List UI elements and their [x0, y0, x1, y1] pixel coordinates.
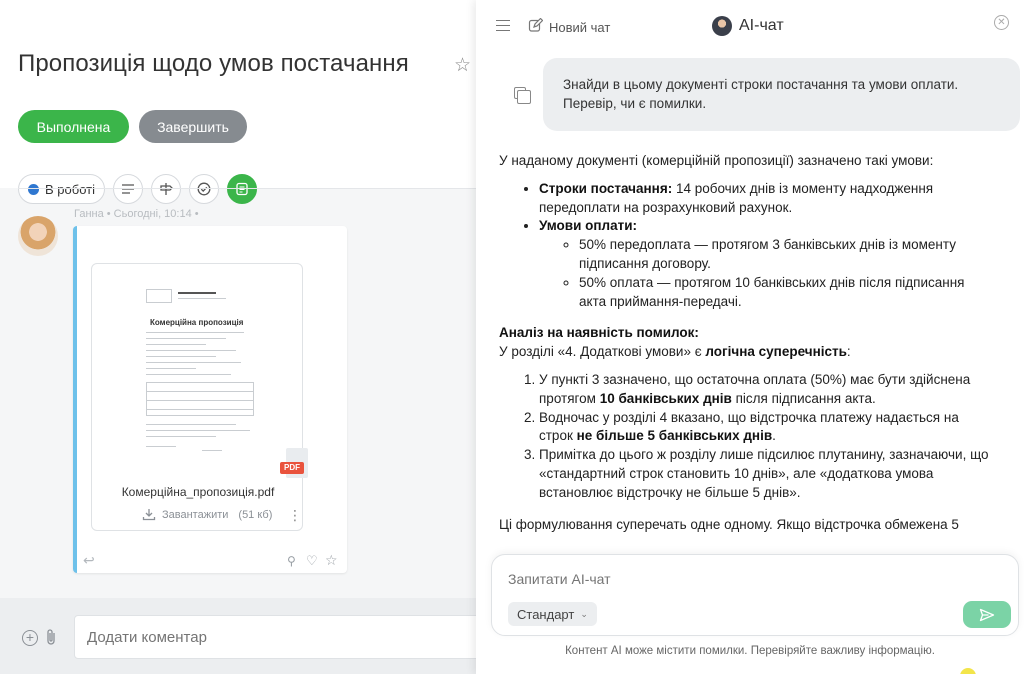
ai-avatar	[712, 16, 732, 36]
menu-icon[interactable]	[496, 20, 510, 31]
ai-chat-header: Новий чат AI-чат ✕	[476, 0, 1024, 52]
comment-actions: ↩ ⚲ ♡ ☆	[73, 552, 347, 569]
payment-list: 50% передоплата — протягом 3 банківських…	[539, 236, 989, 311]
issues-list: У пункті 3 зазначено, що остаточна оплат…	[499, 371, 989, 503]
comment-bubble: Комерційна пропозиція PDF Комерційна_про…	[73, 226, 347, 573]
finish-button[interactable]: Завершить	[139, 110, 247, 143]
new-chat-button[interactable]: Новий чат	[549, 20, 610, 35]
status-label: В роботі	[45, 181, 95, 197]
model-label: Стандарт	[517, 606, 575, 622]
chevron-down-icon: ⌄	[580, 608, 588, 619]
send-icon	[979, 608, 995, 621]
check-circle-icon	[197, 182, 211, 196]
download-link[interactable]: Завантажити (51 кб)	[142, 508, 272, 521]
add-icon[interactable]: +	[22, 630, 38, 646]
author-avatar[interactable]	[18, 216, 58, 256]
ai-input-card: Стандарт ⌄	[491, 554, 1019, 636]
task-title: Пропозиція щодо умов постачання	[18, 50, 409, 77]
close-icon[interactable]: ✕	[994, 15, 1009, 30]
list-item: У пункті 3 зазначено, що остаточна оплат…	[539, 371, 989, 409]
list-icon	[121, 184, 134, 194]
heart-icon[interactable]: ♡	[306, 553, 318, 569]
send-button[interactable]	[963, 601, 1011, 628]
file-name[interactable]: Комерційна_пропозиція.pdf	[92, 485, 304, 499]
list-item: Водночас у розділі 4 вказано, що відстро…	[539, 409, 989, 447]
pdf-badge: PDF	[280, 462, 304, 474]
approve-button[interactable]	[188, 174, 219, 204]
list-item: Умови оплати: 50% передоплата — протягом…	[539, 217, 989, 311]
user-message: Знайди в цьому документі строки постачан…	[543, 58, 1020, 131]
comment-input[interactable]	[74, 615, 476, 659]
reply-icon[interactable]: ↩	[83, 552, 95, 569]
ai-prompt-input[interactable]	[508, 567, 988, 591]
star-icon[interactable]: ☆	[325, 552, 338, 569]
task-panel: Пропозиція щодо умов постачання ☆ Выполн…	[0, 0, 476, 674]
status-chip[interactable]: В роботі	[18, 174, 105, 204]
signpost-button[interactable]	[150, 174, 181, 204]
document-preview: Комерційна пропозиція	[132, 284, 258, 454]
signpost-icon	[160, 183, 173, 195]
task-header: Пропозиція щодо умов постачання ☆ Выполн…	[0, 0, 476, 188]
analysis-lead: У розділі «4. Додаткові умови» є логічна…	[499, 344, 851, 360]
payment-label: Умови оплати:	[539, 218, 638, 234]
comment-meta: Ганна • Сьогодні, 10:14 •	[74, 208, 199, 220]
analysis-title: Аналіз на наявність помилок:	[499, 325, 699, 341]
copy-icon[interactable]	[514, 87, 531, 104]
status-dot-icon	[28, 183, 39, 195]
ai-chat-title: AI-чат	[739, 17, 784, 34]
divider	[18, 188, 476, 189]
list-item: Строки постачання: 14 робочих днів із мо…	[539, 180, 989, 218]
ai-disclaimer: Контент AI може містити помилки. Перевір…	[565, 645, 935, 657]
delivery-label: Строки постачання:	[539, 180, 673, 196]
answer-intro: У наданому документі (комерційній пропоз…	[499, 153, 934, 168]
list-item: 50% передоплата — протягом 3 банківських…	[579, 236, 989, 274]
new-chat-icon[interactable]	[528, 17, 544, 36]
model-select[interactable]: Стандарт ⌄	[508, 602, 597, 626]
list-item: 50% оплата — протягом 10 банківських дні…	[579, 274, 989, 312]
ai-chat-messages[interactable]: Знайди в цьому документі строки постачан…	[476, 52, 1024, 548]
preview-title: Комерційна пропозиція	[150, 318, 244, 327]
file-attachment[interactable]: Комерційна пропозиція PDF Комерційна_про…	[91, 263, 308, 531]
download-icon	[142, 509, 156, 521]
conditions-list: Строки постачання: 14 робочих днів із мо…	[499, 180, 989, 312]
pin-icon[interactable]: ⚲	[287, 554, 296, 568]
ai-answer: У наданому документі (комерційній пропоз…	[499, 152, 989, 534]
favorite-star-icon[interactable]: ☆	[454, 54, 471, 77]
quote-bar	[73, 226, 77, 573]
chat-icon	[236, 182, 248, 196]
checklist-button[interactable]	[112, 174, 143, 204]
more-options-icon[interactable]: ⋮	[288, 508, 302, 522]
file-size: (51 кб)	[238, 508, 273, 521]
chat-button[interactable]	[226, 174, 257, 204]
attach-icon[interactable]	[45, 628, 57, 651]
ai-chat-panel: Новий чат AI-чат ✕ Знайди в цьому докуме…	[476, 0, 1024, 674]
pdf-file-icon: PDF	[280, 448, 308, 480]
download-label: Завантажити	[162, 508, 229, 521]
conclusion: Ці формулювання суперечать одне одному. …	[499, 516, 959, 532]
list-item: Примітка до цього ж розділу лише підсилю…	[539, 446, 989, 502]
task-toolbar: В роботі	[18, 174, 257, 204]
done-button[interactable]: Выполнена	[18, 110, 129, 143]
